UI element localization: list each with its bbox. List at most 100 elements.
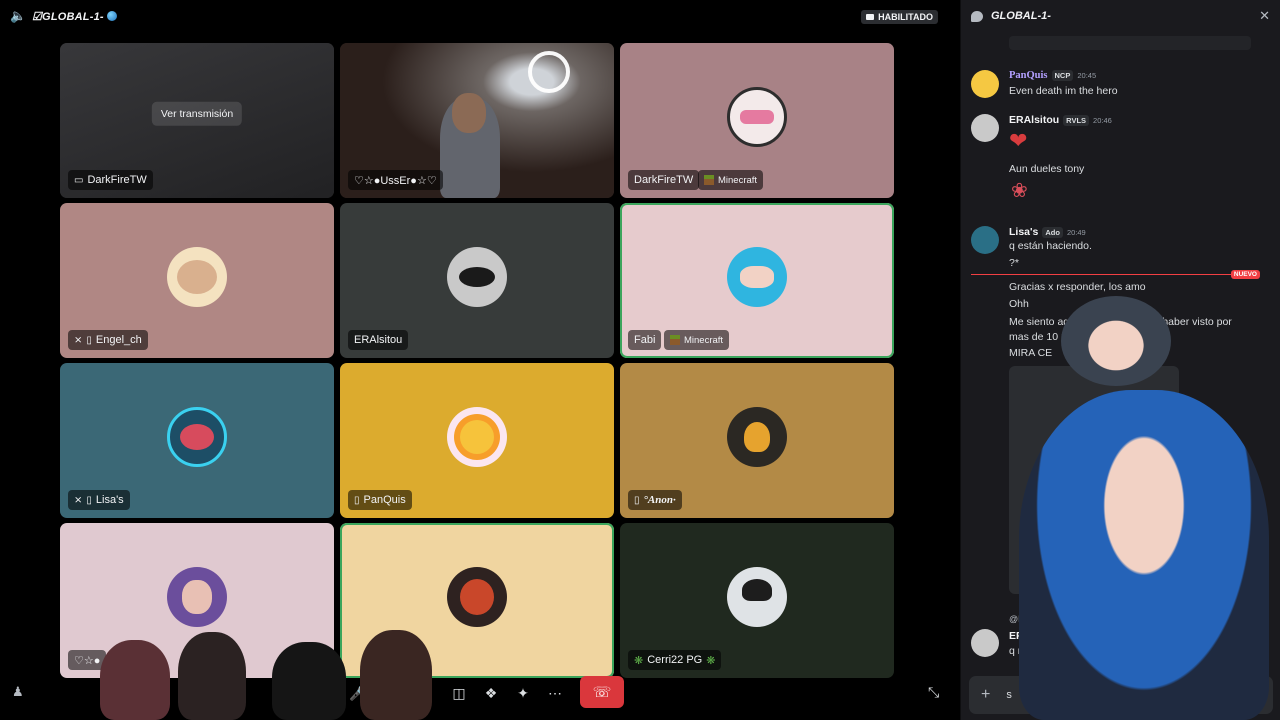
message-input[interactable]: s [1006, 689, 1012, 701]
channel-name: ☑⁠GLOBAL-1- [32, 10, 117, 23]
previous-message-stub [1009, 36, 1251, 50]
soundboard-icon[interactable]: ✦ [508, 678, 538, 708]
participant-tile[interactable]: ▯ PanQuis [340, 363, 614, 518]
avatar [727, 406, 787, 467]
phone-icon: ▯ [634, 494, 640, 506]
timestamp: 20:49 [1066, 227, 1086, 237]
message-text: Aun dueles tony [1009, 163, 1085, 175]
participant-name-tag: ERAlsitou [348, 330, 409, 350]
phone-icon: ▯ [86, 334, 92, 346]
participant-tile[interactable]: ⨯ ▯ Lisa's [60, 363, 334, 518]
avatar [167, 566, 227, 627]
avatar[interactable] [971, 629, 999, 657]
avatar [727, 86, 787, 147]
more-options-icon[interactable]: ⋯ [540, 678, 570, 708]
overlay-character-5 [1019, 390, 1269, 720]
phone-icon: ▯ [354, 494, 360, 506]
role-tag: Ado [1042, 226, 1063, 238]
participant-name-tag: ⨯ ▯ Engel_ch [68, 330, 148, 350]
participant-tile[interactable]: Fabi Minecraft [620, 203, 894, 358]
add-attachment-icon[interactable]: + [981, 686, 990, 704]
author-name[interactable]: ERAlsitou [1009, 114, 1059, 126]
close-icon[interactable]: ✕ [1259, 8, 1270, 24]
participant-tile[interactable]: ♡☆●UssEr●☆♡ [340, 43, 614, 198]
mic-muted-icon: ⨯ [74, 334, 83, 346]
participant-name-tag: ⨯ ▯ Lisa's [68, 490, 130, 510]
participant-tile[interactable]: ❋ Cerri22 PG ❋ [620, 523, 894, 678]
message-text: Ohh [1009, 298, 1029, 310]
phone-icon: ▯ [86, 494, 92, 506]
message-header: ERAlsitou RVLS 20:46 [1009, 114, 1112, 126]
avatar [447, 246, 507, 307]
globe-icon [106, 10, 117, 21]
overlay-character-3 [272, 642, 346, 720]
avatar [167, 406, 227, 467]
activities-icon[interactable]: ❖ [476, 678, 506, 708]
hangup-phone-icon: ☏ [592, 684, 612, 701]
message-text: Gracias x responder, los amo [1009, 281, 1146, 293]
chat-header: GLOBAL-1- ✕ [961, 0, 1280, 32]
participant-tile[interactable]: DarkFireTW Minecraft [620, 43, 894, 198]
avatar [727, 566, 787, 627]
mic-muted-icon: ⨯ [74, 494, 83, 506]
new-messages-divider [971, 274, 1259, 275]
new-messages-badge: NUEVO [1230, 270, 1260, 279]
screen-share-icon[interactable]: ◫ [444, 678, 474, 708]
avatar [167, 246, 227, 307]
minecraft-icon [704, 175, 714, 185]
message-header: Lisa's Ado 20:49 [1009, 226, 1086, 238]
participant-tile[interactable]: ERAlsitou [340, 203, 614, 358]
camera-icon [866, 14, 875, 20]
author-name[interactable]: Lisa's [1009, 226, 1038, 238]
screen-icon: ▭ [74, 174, 84, 186]
avatar[interactable] [971, 226, 999, 254]
author-name[interactable]: PanQuis [1009, 70, 1048, 81]
avatar [447, 406, 507, 467]
game-activity-tag: Minecraft [698, 170, 764, 190]
cactus-icon: ❋ [634, 654, 644, 667]
chat-title: GLOBAL-1- [991, 10, 1051, 22]
game-activity-tag: Minecraft [664, 330, 730, 350]
participant-name-tag: ❋ Cerri22 PG ❋ [628, 650, 722, 670]
overlay-character-2 [178, 632, 246, 720]
text-chat-panel: GLOBAL-1- ✕ PanQuis NCP 20:45 Even death… [960, 0, 1280, 720]
timestamp: 20:45 [1077, 71, 1097, 80]
watch-stream-button[interactable]: Ver transmisión [151, 101, 243, 126]
chat-bubble-icon [971, 10, 983, 22]
role-tag: RVLS [1063, 114, 1090, 126]
message-text: MIRA CE [1009, 347, 1053, 359]
overlay-character-1 [100, 640, 170, 720]
avatar [727, 246, 787, 307]
participant-name-tag: ♡☆●UssEr●☆♡ [348, 170, 443, 190]
participant-name-tag: ▭ DarkFireTW [68, 170, 153, 190]
participant-name-tag: DarkFireTW [628, 170, 700, 190]
participant-name-tag: ▯ °Anon· [628, 490, 682, 510]
message-text: Even death im the hero [1009, 85, 1118, 97]
status-badge: HABILITADO [861, 10, 938, 24]
participant-tile[interactable]: Ver transmisión ▭ DarkFireTW [60, 43, 334, 198]
participant-name-tag: Fabi [628, 330, 662, 350]
avatar[interactable] [971, 114, 999, 142]
rose-icon: ❀ [1011, 180, 1028, 202]
timestamp: 20:46 [1093, 115, 1112, 125]
minecraft-icon [670, 335, 680, 345]
overlay-character-4 [360, 630, 432, 720]
participant-tile[interactable]: ▯ °Anon· [620, 363, 894, 518]
speaker-icon[interactable]: 🔈 [10, 9, 26, 23]
participant-tile[interactable]: ⨯ ▯ Engel_ch [60, 203, 334, 358]
message-text: ?* [1009, 257, 1019, 269]
message-header: PanQuis NCP 20:45 [1009, 70, 1096, 81]
disconnect-button[interactable]: ☏ [580, 676, 624, 708]
call-header: 🔈 ☑⁠GLOBAL-1- [0, 0, 955, 32]
cactus-icon: ❋ [706, 654, 716, 667]
voice-call-area: 🔈 ☑⁠GLOBAL-1- HABILITADO Ver transmisión… [0, 0, 955, 720]
role-tag: NCP [1051, 70, 1074, 81]
participant-name-tag: ▯ PanQuis [348, 490, 412, 510]
broken-heart-icon: ❤ [1009, 128, 1028, 153]
overlay-character-6 [1061, 296, 1171, 386]
avatar [447, 566, 507, 627]
invite-people-icon[interactable]: ♟ [12, 684, 24, 700]
fullscreen-icon[interactable]: ⤡ [928, 684, 939, 701]
message-text: q están haciendo. [1009, 240, 1092, 252]
avatar[interactable] [971, 70, 999, 98]
